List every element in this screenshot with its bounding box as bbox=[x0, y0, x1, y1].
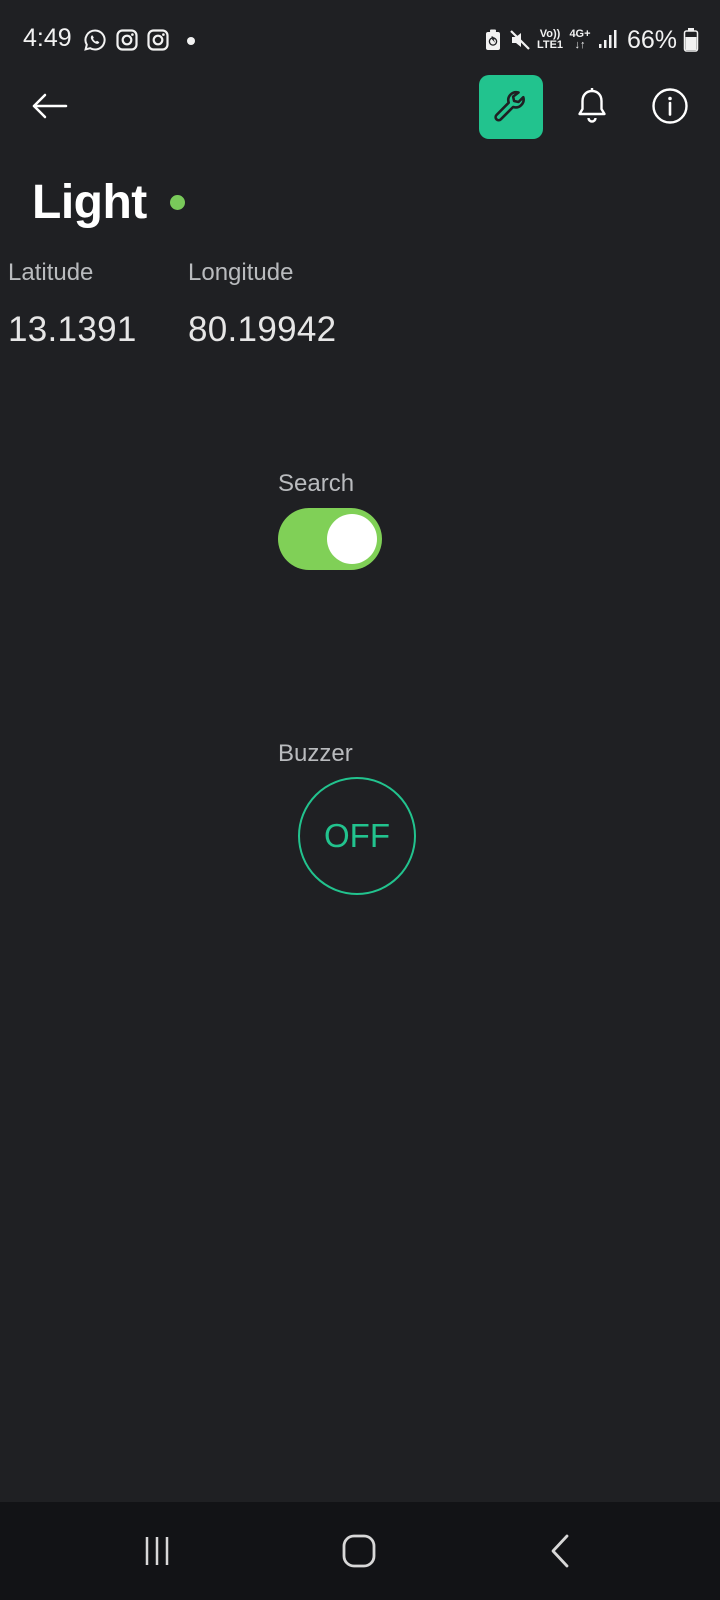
longitude-label: Longitude bbox=[188, 259, 294, 286]
buzzer-button-label: OFF bbox=[324, 817, 390, 854]
bell-icon[interactable] bbox=[572, 86, 612, 126]
instagram-icon bbox=[147, 29, 169, 51]
longitude-value: 80.19942 bbox=[188, 310, 337, 349]
lte-label: LTE1 bbox=[536, 39, 564, 51]
buzzer-button[interactable]: OFF bbox=[298, 777, 416, 895]
search-toggle[interactable] bbox=[278, 508, 382, 570]
online-status-dot bbox=[170, 195, 185, 210]
mute-icon bbox=[510, 30, 530, 50]
status-bar: 4:49 Vo)) LTE1 4G+ ↓↑ 66% bbox=[0, 0, 720, 80]
navigation-bar bbox=[0, 1502, 720, 1600]
buzzer-label: Buzzer bbox=[278, 740, 353, 767]
notification-dot bbox=[187, 37, 195, 45]
instagram-icon bbox=[116, 29, 138, 51]
signal-icon bbox=[599, 30, 617, 48]
battery-saver-icon bbox=[486, 29, 500, 50]
data-arrows-icon: ↓↑ bbox=[574, 39, 586, 51]
latitude-label: Latitude bbox=[8, 259, 94, 286]
back-icon[interactable] bbox=[536, 1526, 586, 1576]
whatsapp-icon bbox=[84, 29, 106, 51]
recent-apps-icon[interactable] bbox=[132, 1526, 182, 1576]
latitude-value: 13.1391 bbox=[8, 310, 137, 349]
battery-icon bbox=[683, 28, 699, 52]
status-time: 4:49 bbox=[23, 24, 72, 52]
home-icon[interactable] bbox=[334, 1526, 384, 1576]
settings-button[interactable] bbox=[479, 75, 543, 139]
toggle-knob bbox=[327, 514, 377, 564]
battery-percent: 66% bbox=[627, 26, 678, 54]
wrench-icon bbox=[494, 90, 525, 122]
device-title: Light bbox=[32, 176, 147, 229]
search-label: Search bbox=[278, 470, 355, 497]
info-icon[interactable] bbox=[650, 86, 690, 126]
back-arrow-icon[interactable] bbox=[28, 84, 72, 128]
